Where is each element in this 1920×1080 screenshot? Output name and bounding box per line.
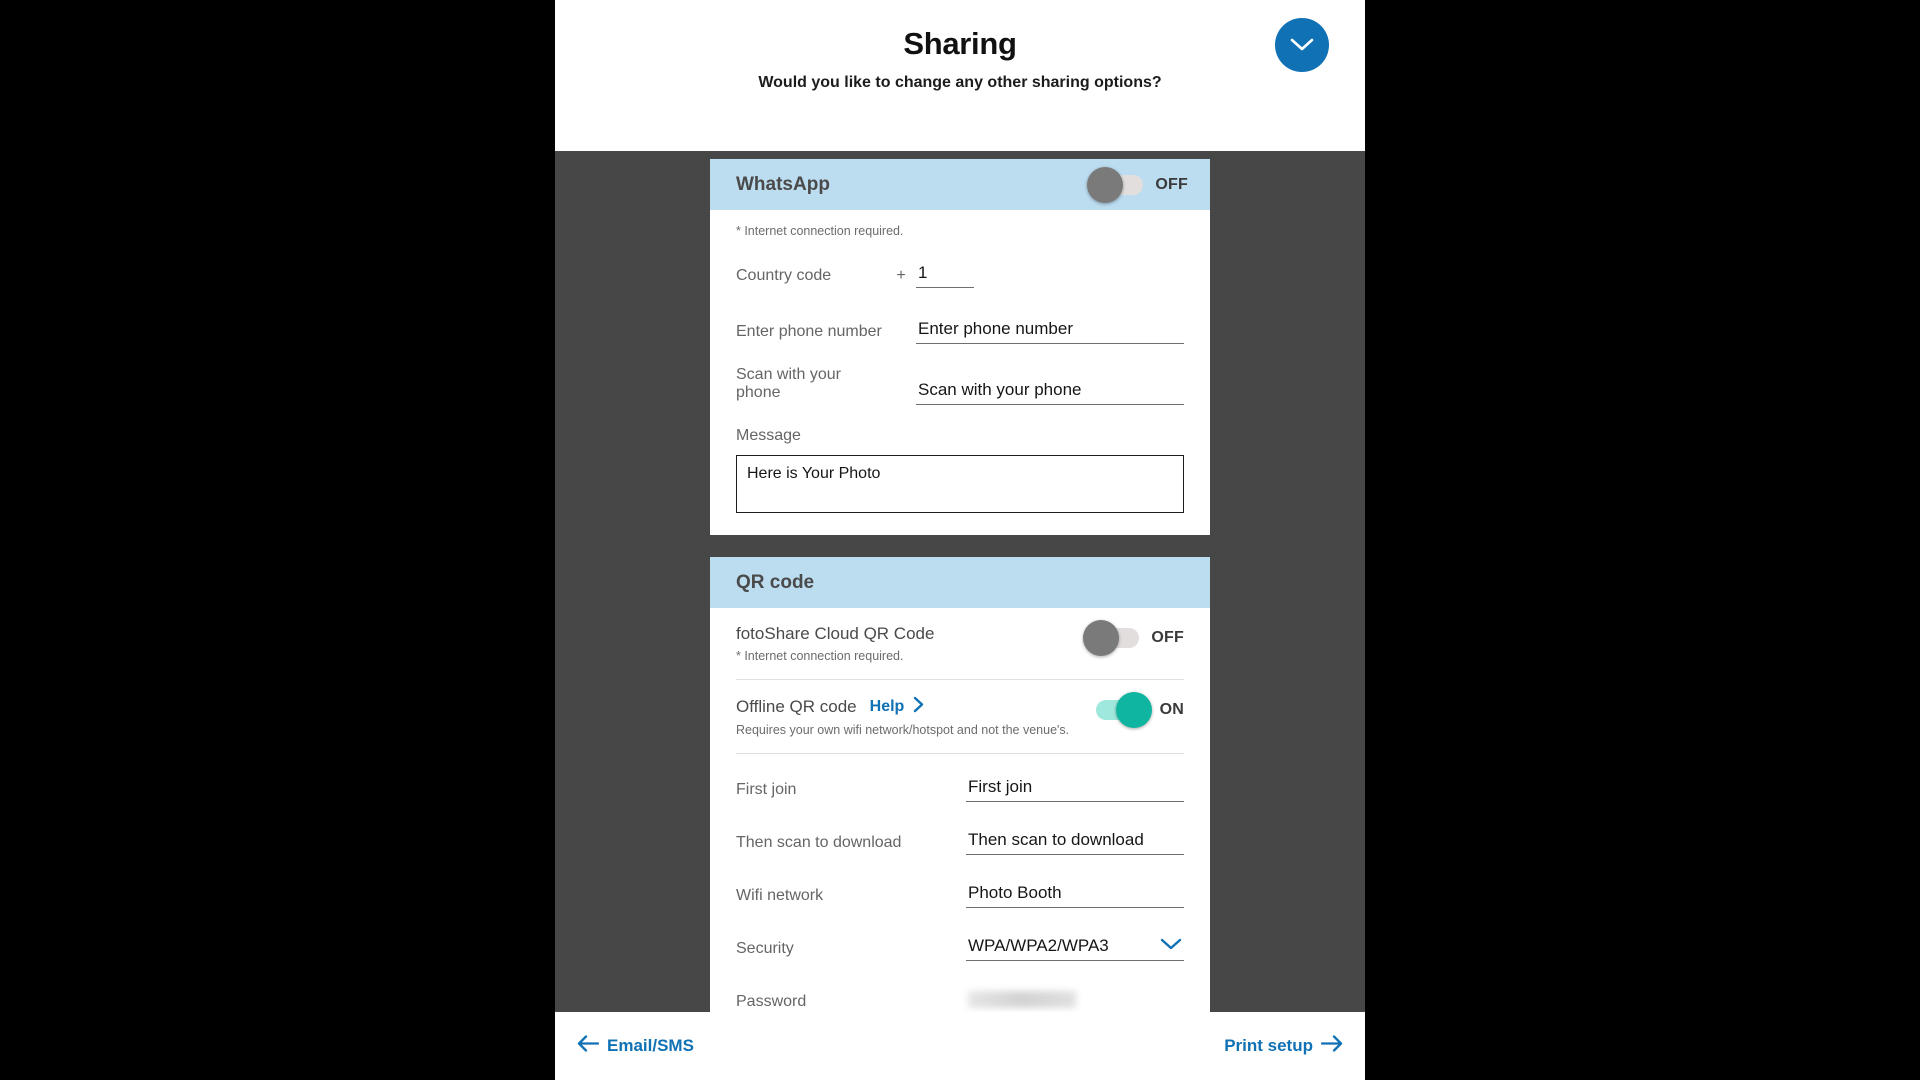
qr-title: QR code bbox=[736, 571, 815, 593]
page-subtitle: Would you like to change any other shari… bbox=[758, 74, 1162, 91]
next-nav-link[interactable]: Print setup bbox=[1224, 1035, 1343, 1057]
then-scan-row: Then scan to download Then scan to downl… bbox=[736, 823, 1184, 855]
scan-with-phone-row: Scan with your phone Scan with your phon… bbox=[736, 366, 1184, 405]
country-code-input[interactable]: 1 bbox=[916, 263, 974, 288]
security-select[interactable]: WPA/WPA2/WPA3 bbox=[966, 936, 1184, 961]
offline-qr-title-wrap: Offline QR code Help bbox=[736, 696, 1080, 718]
chevron-right-icon bbox=[913, 696, 924, 718]
toggle-knob bbox=[1115, 692, 1152, 728]
whatsapp-card-header: WhatsApp OFF bbox=[710, 159, 1210, 210]
scan-with-phone-input[interactable]: Scan with your phone bbox=[916, 380, 1184, 405]
offline-qr-texts: Offline QR code Help Requires your own w… bbox=[736, 696, 1096, 737]
qr-card-header: QR code bbox=[710, 557, 1210, 608]
help-link[interactable]: Help bbox=[870, 696, 925, 718]
wifi-network-input[interactable]: Photo Booth bbox=[966, 883, 1184, 908]
scan-with-phone-label: Scan with your phone bbox=[736, 366, 841, 401]
password-row: Password bbox=[736, 982, 1184, 1012]
whatsapp-card: WhatsApp OFF * Internet connection requi… bbox=[710, 159, 1210, 535]
footer-nav: Email/SMS Print setup bbox=[555, 1012, 1365, 1080]
back-nav-link[interactable]: Email/SMS bbox=[577, 1035, 694, 1057]
first-join-input[interactable]: First join bbox=[966, 777, 1184, 802]
help-label: Help bbox=[869, 698, 905, 715]
cloud-qr-texts: fotoShare Cloud QR Code * Internet conne… bbox=[736, 624, 1087, 663]
cloud-qr-toggle-wrap: OFF bbox=[1083, 620, 1184, 656]
offline-qr-toggle-wrap: ON bbox=[1095, 692, 1184, 728]
then-scan-input[interactable]: Then scan to download bbox=[966, 830, 1184, 855]
phone-number-row: Enter phone number Enter phone number bbox=[736, 310, 1184, 344]
page-header: Sharing Would you like to change any oth… bbox=[555, 0, 1365, 151]
cloud-qr-note: * Internet connection required. bbox=[736, 649, 904, 663]
country-code-row: Country code + 1 bbox=[736, 254, 1184, 288]
arrow-right-icon bbox=[1320, 1035, 1343, 1057]
phone-number-input[interactable]: Enter phone number bbox=[916, 319, 1184, 344]
offline-qr-title: Offline QR code bbox=[736, 697, 857, 716]
wifi-network-row: Wifi network Photo Booth bbox=[736, 876, 1184, 908]
next-nav-label: Print setup bbox=[1224, 1036, 1313, 1055]
whatsapp-toggle[interactable] bbox=[1087, 166, 1144, 203]
security-value: WPA/WPA2/WPA3 bbox=[968, 935, 1109, 955]
wifi-network-label: Wifi network bbox=[736, 887, 824, 904]
cloud-qr-toggle[interactable] bbox=[1083, 620, 1140, 656]
security-label: Security bbox=[736, 940, 794, 957]
qr-code-card: QR code fotoShare Cloud QR Code * Intern… bbox=[710, 557, 1210, 1012]
then-scan-label: Then scan to download bbox=[736, 834, 902, 851]
collapse-button[interactable] bbox=[1275, 18, 1329, 72]
message-textarea[interactable]: Here is Your Photo bbox=[736, 455, 1184, 513]
app-window: Sharing Would you like to change any oth… bbox=[555, 0, 1365, 1080]
first-join-label: First join bbox=[736, 781, 797, 798]
back-nav-label: Email/SMS bbox=[607, 1036, 694, 1055]
country-code-prefix: + bbox=[896, 267, 906, 284]
offline-qr-toggle-label: ON bbox=[1159, 701, 1184, 718]
offline-qr-toggle[interactable] bbox=[1095, 692, 1152, 728]
cloud-qr-title: fotoShare Cloud QR Code bbox=[736, 624, 935, 643]
toggle-knob bbox=[1087, 166, 1124, 203]
security-row: Security WPA/WPA2/WPA3 bbox=[736, 929, 1184, 961]
chevron-down-icon bbox=[1160, 936, 1182, 956]
page-title: Sharing bbox=[903, 26, 1017, 61]
offline-qr-row: Offline QR code Help Requires your own w… bbox=[736, 680, 1184, 754]
message-label: Message bbox=[736, 427, 801, 444]
whatsapp-toggle-wrap: OFF bbox=[1087, 166, 1188, 203]
password-input[interactable] bbox=[966, 989, 1184, 1012]
whatsapp-note: * Internet connection required. bbox=[736, 224, 904, 238]
phone-number-label: Enter phone number bbox=[736, 323, 882, 340]
cloud-qr-toggle-label: OFF bbox=[1151, 629, 1184, 646]
whatsapp-title: WhatsApp bbox=[736, 173, 830, 195]
settings-scroll-area[interactable]: WhatsApp OFF * Internet connection requi… bbox=[555, 151, 1365, 1012]
cloud-qr-row: fotoShare Cloud QR Code * Internet conne… bbox=[736, 608, 1184, 680]
whatsapp-toggle-label: OFF bbox=[1155, 175, 1188, 193]
toggle-knob bbox=[1083, 620, 1120, 656]
arrow-left-icon bbox=[577, 1035, 600, 1057]
password-label: Password bbox=[736, 993, 807, 1010]
country-code-label: Country code bbox=[736, 267, 832, 284]
qr-card-body: fotoShare Cloud QR Code * Internet conne… bbox=[710, 608, 1210, 1012]
whatsapp-card-body: * Internet connection required. Country … bbox=[710, 210, 1210, 535]
offline-qr-note: Requires your own wifi network/hotspot a… bbox=[736, 723, 1070, 737]
first-join-row: First join First join bbox=[736, 770, 1184, 802]
password-masked-value bbox=[968, 990, 1076, 1008]
chevron-down-icon bbox=[1290, 38, 1314, 52]
